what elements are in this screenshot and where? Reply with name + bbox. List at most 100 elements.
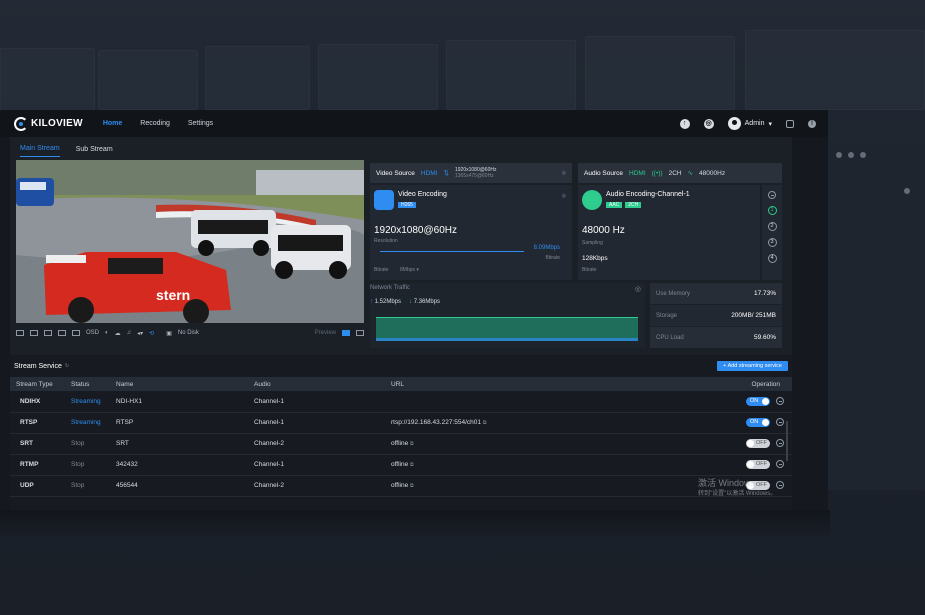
camera-icon: ▣	[166, 330, 172, 337]
add-streaming-service-button[interactable]: + Add streaming service	[717, 361, 788, 371]
stat-storage: Storage 200MB/ 251MB	[650, 305, 782, 326]
audio-source-input: HDMI	[629, 169, 646, 177]
video-source-header: Video Source HDMI ⇅ 1920x1080@60Hz 1365x…	[370, 163, 572, 183]
channel-button-1[interactable]: 1	[767, 206, 777, 215]
remove-stream-icon[interactable]	[776, 460, 784, 468]
stream-tabs: Main Stream Sub Stream	[10, 137, 792, 157]
bitrate-setting-select[interactable]: 8Mbps ▾	[400, 267, 419, 273]
osd-label[interactable]: OSD	[86, 330, 99, 336]
background-tile	[98, 50, 198, 110]
contrast-icon[interactable]: ◐	[105, 330, 109, 336]
upload-icon[interactable]: ↑	[679, 118, 690, 129]
remove-stream-icon[interactable]	[776, 418, 784, 426]
audio-rate: 48000Hz	[699, 169, 726, 177]
remove-stream-icon[interactable]	[776, 439, 784, 447]
stream-url[interactable]: rtsp://192.168.43.227:554/ch01	[391, 419, 481, 426]
copy-icon[interactable]: ⧉	[410, 483, 414, 489]
column-audio: Audio	[248, 377, 385, 391]
main-nav: Home Recoding Settings	[103, 120, 213, 127]
logo: KILOVIEW	[14, 116, 83, 131]
layout-4-icon[interactable]	[58, 330, 66, 336]
avatar	[727, 117, 741, 130]
info-icon[interactable]: ◎	[562, 170, 566, 176]
signal-icon: ((•))	[651, 169, 663, 177]
nav-settings[interactable]: Settings	[188, 120, 213, 127]
stream-toggle[interactable]: OFF	[746, 439, 770, 448]
stream-toggle[interactable]: ON	[746, 418, 770, 427]
stream-service-panel: Stream Service ↻ + Add streaming service…	[10, 355, 792, 510]
background-tile	[318, 44, 438, 110]
download-rate: 7.36Mbps	[413, 299, 441, 305]
osd-icon[interactable]	[72, 330, 80, 336]
nav-home[interactable]: Home	[103, 120, 122, 127]
channel-button-2[interactable]: 2	[767, 222, 777, 231]
audio-channel-selector: 1 2 3 4	[762, 185, 782, 280]
table-row: NDIHX Streaming NDI-HX1 Channel-1 ON	[10, 391, 792, 413]
audio-sampling: 48000 Hz	[582, 225, 625, 236]
video-encoding-title: Video Encoding	[398, 191, 447, 198]
globe-icon[interactable]: ◎	[635, 285, 641, 293]
audio-source-header: Audio Source HDMI ((•)) 2CH ∿ 48000Hz	[578, 163, 782, 183]
user-menu[interactable]: Admin ▾	[727, 117, 772, 130]
remove-channel-icon[interactable]	[768, 191, 776, 199]
window-shadow	[0, 510, 830, 540]
remove-stream-icon[interactable]	[776, 481, 784, 489]
audio-encoding-title: Audio Encoding-Channel-1	[606, 191, 690, 198]
wave-icon: ∿	[687, 170, 694, 177]
info-icon[interactable]: ◎	[562, 193, 566, 199]
background-window	[828, 140, 925, 490]
nav-recoding[interactable]: Recoding	[140, 120, 170, 127]
layout-3-icon[interactable]	[44, 330, 52, 336]
top-bar: KILOVIEW Home Recoding Settings ↑ ◎ Admi…	[0, 110, 828, 137]
channel-button-4[interactable]: 4	[767, 254, 777, 263]
network-traffic-card: Network Traffic ◎ ↑ 1.52Mbps ↓ 7.36Mbps	[370, 283, 645, 348]
source-resolution-secondary: 1365x475@60Hz	[454, 173, 494, 179]
audio-icon[interactable]: ♫	[127, 330, 132, 336]
copy-icon[interactable]: ⧉	[483, 420, 487, 426]
copy-icon[interactable]: ⧉	[410, 441, 414, 447]
tab-sub-stream[interactable]: Sub Stream	[76, 146, 113, 157]
sampling-label: Sampling	[582, 240, 603, 246]
preview-controls: OSD ◐ ☁ ♫ ◂▾ ⟲ ▣ No Disk Preview	[16, 326, 364, 340]
column-name: Name	[110, 377, 248, 391]
table-scrollbar[interactable]	[786, 421, 788, 461]
preview-image: stern	[16, 160, 364, 323]
windows-activation-watermark: 激活 Windows 转到"设置"以激活 Windows。	[698, 478, 777, 497]
channel-button-3[interactable]: 3	[767, 238, 777, 247]
video-encoding-icon	[374, 190, 394, 210]
cloud-icon[interactable]: ☁	[115, 330, 121, 337]
audio-channels: 2CH	[668, 169, 682, 177]
globe-icon[interactable]: ◎	[703, 118, 714, 129]
refresh-icon[interactable]: ↻	[65, 363, 69, 369]
preview-toggle-icon[interactable]	[342, 330, 350, 336]
audio-bitrate-label: Bitrate	[582, 267, 597, 273]
table-row: SRT Stop SRT Channel-2 offline ⧉ OFF	[10, 433, 792, 455]
fullscreen-icon[interactable]	[356, 330, 364, 336]
traffic-graph-upload	[376, 338, 638, 341]
remove-stream-icon[interactable]	[776, 396, 784, 405]
system-stats: Use Memory 17.73% Storage 200MB/ 251MB CPU…	[650, 283, 782, 348]
window-icon[interactable]	[786, 119, 794, 128]
top-bar-actions: ↑ ◎ Admin ▾ !	[679, 117, 816, 130]
preview-label: Preview	[314, 330, 336, 336]
tab-main-stream[interactable]: Main Stream	[20, 145, 60, 157]
audio-codec-badge: AAC	[606, 202, 623, 208]
stream-toggle[interactable]: OFF	[746, 460, 770, 469]
network-title: Network Traffic	[370, 285, 410, 291]
info-icon[interactable]: !	[808, 119, 816, 128]
disk-status: No Disk	[177, 330, 199, 336]
sync-icon: ⇅	[443, 170, 449, 177]
layout-1-icon[interactable]	[16, 330, 24, 336]
table-row: RTMP Stop 342432 Channel-1 offline ⧉ OFF	[10, 454, 792, 476]
copy-icon[interactable]: ⧉	[410, 462, 414, 468]
rotate-icon[interactable]: ⟲	[149, 330, 154, 337]
audio-encoding-card: Audio Encoding-Channel-1 AAC 2CH 48000 H…	[578, 185, 760, 280]
app-window: KILOVIEW Home Recoding Settings ↑ ◎ Admi…	[0, 110, 828, 510]
volume-icon[interactable]: ◂▾	[137, 330, 143, 337]
layout-2-icon[interactable]	[30, 330, 38, 336]
encoding-bitrate: 8.09Mbps	[533, 245, 560, 251]
stream-toggle[interactable]: ON	[746, 396, 770, 406]
column-status: Status	[65, 377, 110, 391]
audio-bitrate: 128Kbps	[582, 255, 608, 262]
stat-memory: Use Memory 17.73%	[650, 283, 782, 304]
